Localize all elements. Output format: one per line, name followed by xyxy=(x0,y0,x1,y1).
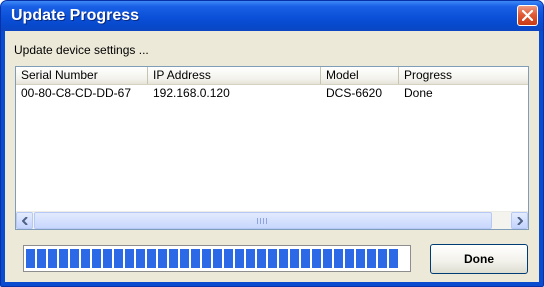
close-button[interactable] xyxy=(517,5,538,26)
scroll-left-button[interactable] xyxy=(16,212,33,229)
dialog-body: Update device settings ... Serial Number… xyxy=(5,31,539,282)
list-header: Serial Number IP Address Model Progress xyxy=(16,67,528,85)
cell-progress: Done xyxy=(404,86,433,100)
arrow-right-icon xyxy=(517,217,523,225)
scroll-right-button[interactable] xyxy=(511,212,528,229)
column-header-progress[interactable]: Progress xyxy=(399,67,528,84)
column-header-serial-number[interactable]: Serial Number xyxy=(16,67,148,84)
arrow-left-icon xyxy=(22,217,28,225)
progress-bar xyxy=(23,245,411,272)
cell-model: DCS-6620 xyxy=(326,86,383,100)
done-button[interactable]: Done xyxy=(430,244,528,274)
column-header-ip-address[interactable]: IP Address xyxy=(148,67,321,84)
cell-serial-number: 00-80-C8-CD-DD-67 xyxy=(21,86,132,100)
close-icon xyxy=(522,10,533,21)
window-title: Update Progress xyxy=(11,7,140,24)
progress-fill xyxy=(26,249,400,268)
horizontal-scrollbar[interactable] xyxy=(16,211,528,229)
grip-icon xyxy=(257,218,267,224)
scroll-thumb[interactable] xyxy=(34,212,492,229)
title-bar[interactable]: Update Progress xyxy=(1,1,543,31)
cell-ip-address: 192.168.0.120 xyxy=(153,86,230,100)
table-row[interactable]: 00-80-C8-CD-DD-67 192.168.0.120 DCS-6620… xyxy=(16,85,528,101)
status-caption: Update device settings ... xyxy=(14,43,149,57)
column-header-model[interactable]: Model xyxy=(321,67,399,84)
device-list[interactable]: Serial Number IP Address Model Progress … xyxy=(15,66,529,230)
update-progress-window: Update Progress Update device settings .… xyxy=(0,0,544,287)
